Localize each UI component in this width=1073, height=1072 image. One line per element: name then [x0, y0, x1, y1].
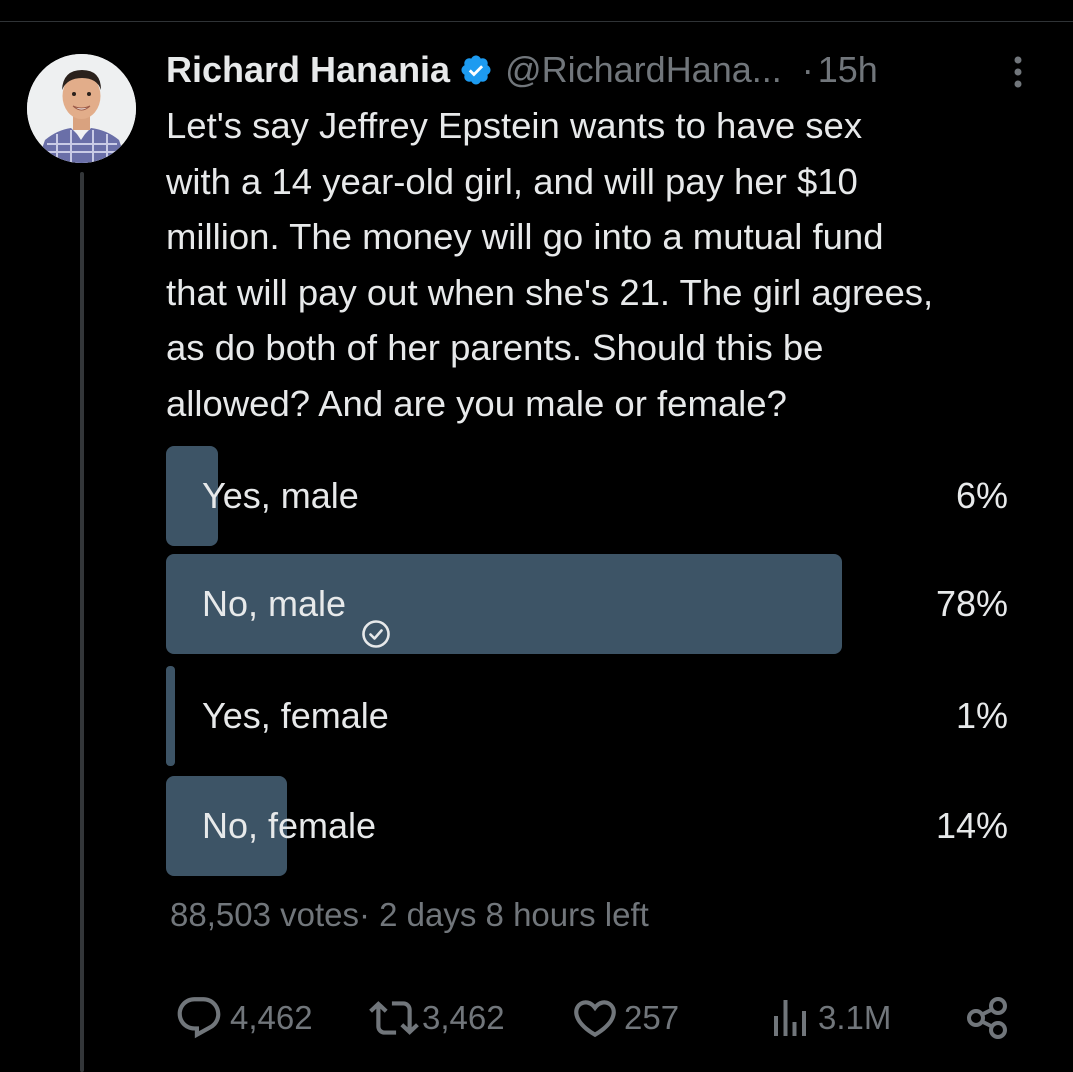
views-icon [766, 993, 814, 1043]
share-button[interactable] [964, 990, 1012, 1046]
poll-time-left: 2 days 8 hours left [379, 896, 649, 933]
repost-count: 3,462 [422, 999, 505, 1036]
views-button[interactable]: 3.1M [766, 990, 891, 1046]
poll-option-label: Yes, male [202, 475, 359, 516]
tweet-header: Richard Hanania @RichardHana... · 15h [166, 48, 878, 92]
poll-option-label: No, male [202, 554, 392, 654]
reply-button[interactable]: 4,462 [174, 990, 313, 1046]
reply-icon [174, 993, 224, 1043]
poll-option[interactable]: No, female 14% [166, 776, 1008, 876]
poll-bar [166, 666, 175, 766]
poll-option-percent: 78% [935, 583, 1008, 624]
more-options-icon[interactable] [1005, 52, 1031, 92]
verified-badge-icon [459, 53, 493, 87]
poll-option[interactable]: Yes, male 6% [166, 446, 1008, 546]
poll-votes: 88,503 votes [170, 896, 359, 933]
poll-option-label: Yes, female [202, 695, 389, 736]
share-icon [964, 993, 1012, 1043]
poll-option-label: No, female [202, 805, 377, 846]
avatar-image [27, 54, 136, 163]
poll-option-percent: 6% [955, 475, 1008, 516]
poll-meta-separator: · [358, 896, 370, 933]
tweet-text: Let's say Jeffrey Epstein wants to have … [166, 105, 934, 424]
repost-icon [368, 993, 420, 1043]
header-separator: · [801, 49, 814, 90]
author-handle[interactable]: @RichardHana... [505, 49, 782, 91]
poll-meta: 88,503 votes· 2 days 8 hours left [170, 896, 649, 934]
thread-line [80, 172, 84, 1072]
poll-option[interactable]: No, male 78% [166, 554, 1008, 654]
poll-option[interactable]: Yes, female 1% [166, 666, 1008, 766]
avatar[interactable] [27, 54, 136, 163]
action-bar: 4,462 3,462 257 3.1M [0, 990, 1073, 1046]
like-count: 257 [624, 999, 680, 1036]
check-circle-icon [360, 588, 392, 648]
like-icon [570, 993, 620, 1043]
views-count: 3.1M [818, 999, 892, 1036]
poll-option-percent: 1% [955, 695, 1008, 736]
post-time[interactable]: 15h [818, 49, 878, 91]
like-button[interactable]: 257 [570, 990, 679, 1046]
top-divider [0, 21, 1073, 22]
poll-option-percent: 14% [935, 805, 1008, 846]
author-name[interactable]: Richard Hanania [166, 49, 450, 91]
repost-button[interactable]: 3,462 [368, 990, 505, 1046]
reply-count: 4,462 [230, 999, 313, 1036]
